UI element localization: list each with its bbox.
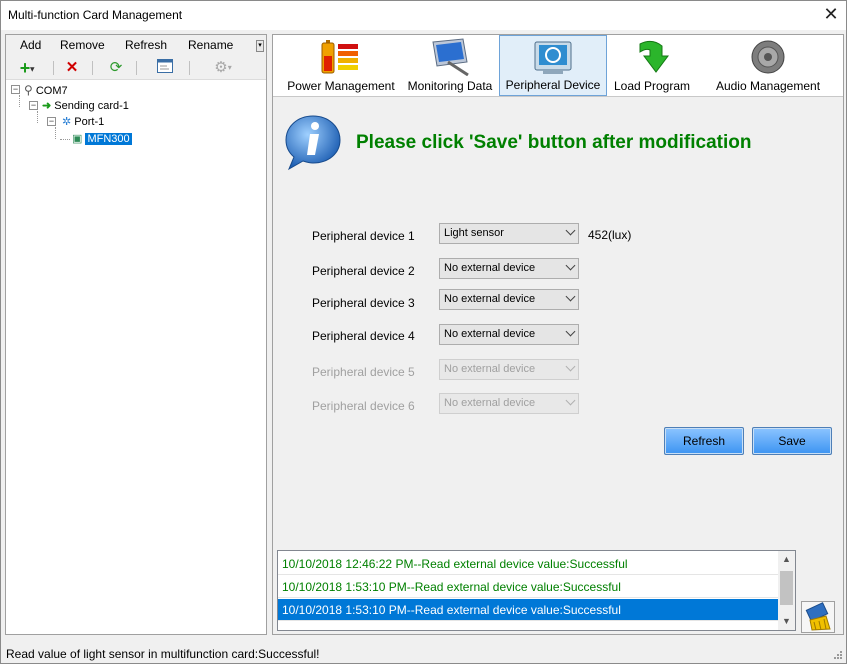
collapse-toggle[interactable]: −: [11, 85, 20, 94]
select-value: Light sensor: [444, 227, 504, 239]
multifunction-card-icon: ▣: [72, 133, 83, 145]
tree-connector: [60, 139, 70, 140]
tree-menu-bar: Add Remove Refresh Rename ▾: [6, 35, 266, 56]
toolbar-separator: [136, 61, 137, 75]
tab-label: Load Program: [613, 79, 691, 93]
peripheral-5-select: No external device: [439, 359, 579, 380]
tree-connector: [37, 111, 38, 123]
chevron-down-icon: [565, 361, 576, 372]
settings-panel: Power Management Monitoring Data Periphe…: [272, 34, 844, 635]
peripheral-4-label: Peripheral device 4: [312, 329, 415, 343]
settings-icon[interactable]: ⚙▾: [208, 59, 238, 77]
peripheral-1-label: Peripheral device 1: [312, 229, 415, 243]
menu-overflow-icon[interactable]: ▾: [256, 40, 264, 52]
tab-monitoring-data[interactable]: Monitoring Data: [404, 35, 496, 96]
device-icon: [533, 39, 573, 77]
tree-connector: [55, 127, 56, 139]
log-entry[interactable]: 10/10/2018 1:53:10 PM--Read external dev…: [278, 576, 778, 598]
tree-node-port[interactable]: ✲ Port-1: [62, 115, 104, 129]
operation-log: 10/10/2018 12:46:22 PM--Read external de…: [277, 550, 796, 631]
device-tree-panel: Add Remove Refresh Rename ▾ +▾ ✕ ⟳ ⚙▾ − …: [5, 34, 267, 635]
select-value: No external device: [444, 363, 536, 375]
tree-node-label: MFN300: [85, 133, 132, 145]
refresh-icon[interactable]: ⟳: [108, 59, 124, 77]
tab-label: Monitoring Data: [407, 79, 493, 93]
peripheral-1-select[interactable]: Light sensor: [439, 223, 579, 244]
tab-strip: Power Management Monitoring Data Periphe…: [273, 35, 843, 97]
menu-add[interactable]: Add: [20, 38, 41, 52]
broom-icon: [805, 602, 831, 631]
tree-node-device[interactable]: ▣ MFN300: [72, 132, 132, 146]
peripheral-2-select[interactable]: No external device: [439, 258, 579, 279]
peripheral-6-select: No external device: [439, 393, 579, 414]
properties-icon[interactable]: [156, 59, 174, 77]
chevron-down-icon: [565, 260, 576, 271]
add-icon[interactable]: +▾: [16, 59, 38, 77]
tab-load-program[interactable]: Load Program: [609, 35, 695, 96]
app-window: Multi-function Card Management ✕ Add Rem…: [0, 0, 847, 664]
chevron-down-icon: [565, 291, 576, 302]
peripheral-3-select[interactable]: No external device: [439, 289, 579, 310]
sending-card-icon: ➜: [42, 100, 52, 112]
menu-remove[interactable]: Remove: [60, 38, 105, 52]
log-entry[interactable]: 10/10/2018 1:53:10 PM--Read external dev…: [278, 599, 778, 621]
save-reminder: Please click 'Save' button after modific…: [356, 132, 752, 153]
scroll-thumb[interactable]: [780, 571, 793, 605]
close-icon[interactable]: ✕: [816, 1, 846, 30]
chevron-down-icon: [565, 225, 576, 236]
collapse-toggle[interactable]: −: [29, 101, 38, 110]
menu-rename[interactable]: Rename: [188, 38, 233, 52]
info-icon: [283, 113, 343, 171]
tab-label: Peripheral Device: [505, 78, 601, 92]
tree-node-label: COM7: [35, 85, 68, 97]
device-tree: − ⚲ COM7 − ➜ Sending card-1 − ✲ Port-1 ▣…: [6, 81, 266, 634]
toolbar-separator: [189, 61, 190, 75]
peripheral-2-label: Peripheral device 2: [312, 264, 415, 278]
window-title: Multi-function Card Management: [8, 8, 183, 22]
light-sensor-reading: 452(lux): [588, 228, 632, 242]
speaker-icon: [748, 38, 788, 76]
tab-label: Power Management: [287, 79, 395, 93]
tree-toolbar: +▾ ✕ ⟳ ⚙▾: [6, 56, 266, 80]
select-value: No external device: [444, 397, 536, 409]
tab-peripheral-device[interactable]: Peripheral Device: [499, 35, 607, 96]
title-bar: Multi-function Card Management ✕: [1, 1, 846, 30]
select-value: No external device: [444, 293, 536, 305]
status-bar-text: Read value of light sensor in multifunct…: [6, 647, 320, 661]
tab-label: Audio Management: [715, 79, 821, 93]
peripheral-4-select[interactable]: No external device: [439, 324, 579, 345]
scroll-up-icon[interactable]: ▲: [778, 551, 795, 568]
battery-icon: [321, 38, 361, 76]
collapse-toggle[interactable]: −: [47, 117, 56, 126]
tab-power-management[interactable]: Power Management: [283, 35, 399, 96]
toolbar-separator: [92, 61, 93, 75]
monitor-icon: [430, 38, 470, 77]
tree-node-sending-card[interactable]: ➜ Sending card-1: [42, 99, 129, 113]
download-icon: [632, 38, 672, 76]
serial-port-icon: ⚲: [24, 83, 33, 97]
select-value: No external device: [444, 262, 536, 274]
chevron-down-icon: [565, 326, 576, 337]
peripheral-5-label: Peripheral device 5: [312, 365, 415, 379]
tab-audio-management[interactable]: Audio Management: [697, 35, 839, 96]
tree-node-label: Sending card-1: [54, 100, 129, 112]
refresh-button[interactable]: Refresh: [664, 427, 744, 455]
port-icon: ✲: [62, 116, 72, 128]
chevron-down-icon: [565, 395, 576, 406]
peripheral-3-label: Peripheral device 3: [312, 296, 415, 310]
toolbar-separator: [53, 61, 54, 75]
save-button[interactable]: Save: [752, 427, 832, 455]
tree-connector: [19, 95, 20, 107]
clear-log-button[interactable]: [801, 601, 835, 633]
resize-grip-icon[interactable]: [833, 650, 843, 660]
tree-node-com7[interactable]: ⚲ COM7: [24, 83, 68, 97]
log-entry[interactable]: 10/10/2018 12:46:22 PM--Read external de…: [278, 553, 778, 575]
delete-icon[interactable]: ✕: [64, 59, 80, 77]
scroll-down-icon[interactable]: ▼: [778, 613, 795, 630]
log-scrollbar[interactable]: ▲ ▼: [778, 551, 795, 630]
menu-refresh[interactable]: Refresh: [125, 38, 167, 52]
tree-node-label: Port-1: [74, 116, 105, 128]
peripheral-6-label: Peripheral device 6: [312, 399, 415, 413]
select-value: No external device: [444, 328, 536, 340]
